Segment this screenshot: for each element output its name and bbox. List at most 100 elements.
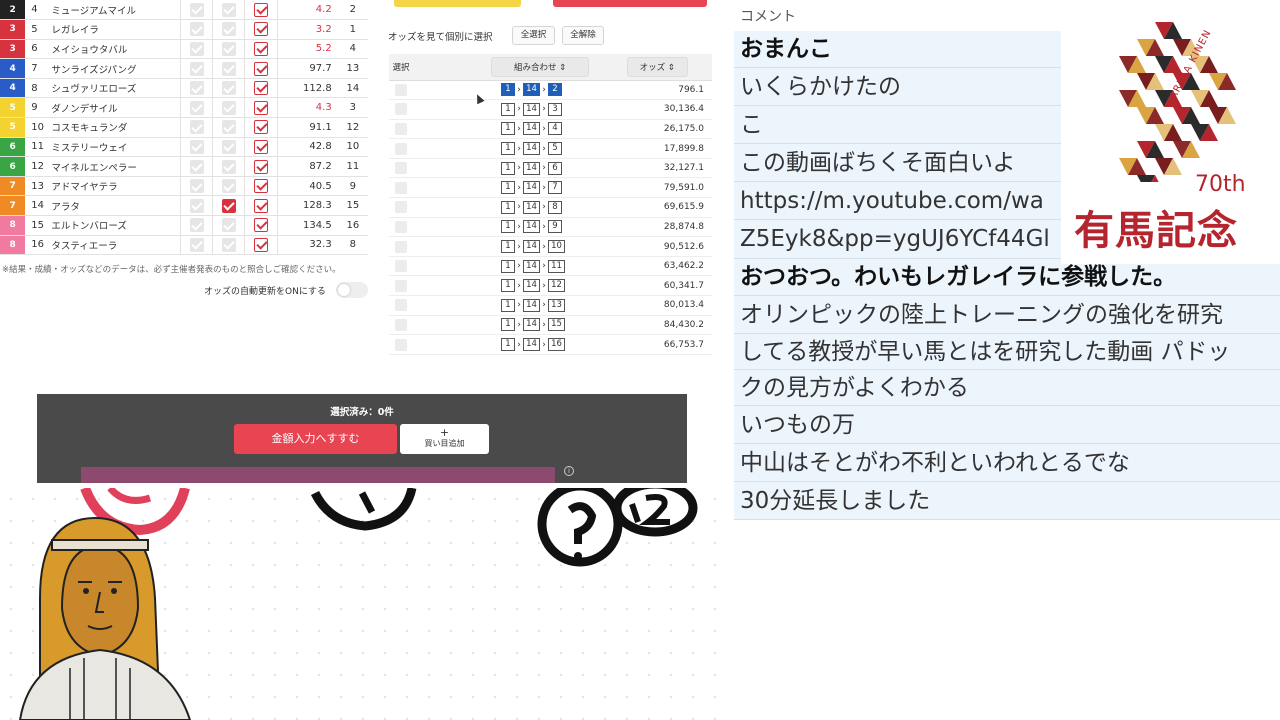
third-place-checkbox[interactable] <box>254 2 269 17</box>
frame-number: 6 <box>0 156 26 177</box>
first-place-checkbox[interactable] <box>189 218 204 233</box>
arrow-right-icon: › <box>517 339 521 350</box>
horse-name: ミュージアムマイル <box>45 0 181 21</box>
combination-checkbox[interactable] <box>395 318 407 331</box>
horse-row: 3 5 レガレイラ 3.2 1 <box>0 19 368 40</box>
horse-number: 8 <box>25 78 46 99</box>
combination-checkbox[interactable] <box>395 240 407 253</box>
combination-odds: 66,753.7 <box>618 334 712 355</box>
proceed-to-amount-button[interactable]: 金額入力へすすむ <box>234 424 397 454</box>
third-place-checkbox[interactable] <box>254 81 269 96</box>
third-place-checkbox[interactable] <box>254 198 269 213</box>
combination-checkbox[interactable] <box>395 260 407 273</box>
combination-row: 1 › 14 › 6 32,127.1 <box>389 158 712 179</box>
third-place-checkbox[interactable] <box>254 237 269 252</box>
combination-row: 1 › 14 › 13 80,013.4 <box>389 295 712 316</box>
first-horse-number: 1 <box>501 338 515 352</box>
second-place-checkbox[interactable] <box>221 159 236 174</box>
combination-checkbox[interactable] <box>395 181 407 194</box>
second-place-checkbox[interactable] <box>221 218 236 233</box>
third-place-checkbox[interactable] <box>254 22 269 37</box>
third-place-checkbox[interactable] <box>254 120 269 135</box>
second-place-checkbox[interactable] <box>221 198 236 213</box>
horse-row: 7 14 アラタ 128.3 15 <box>0 195 368 217</box>
horse-odds: 4.2 <box>277 0 338 21</box>
third-horse-number: 2 <box>548 83 562 97</box>
third-place-checkbox[interactable] <box>254 159 269 174</box>
first-place-checkbox[interactable] <box>189 100 204 115</box>
top-red-button[interactable] <box>553 0 707 7</box>
combination-odds: 63,462.2 <box>618 256 712 277</box>
first-place-checkbox[interactable] <box>189 61 204 76</box>
horse-odds: 3.2 <box>277 19 338 40</box>
frame-number: 5 <box>0 117 26 138</box>
second-place-checkbox[interactable] <box>221 120 236 135</box>
data-disclaimer: ※結果・成績・オッズなどのデータは、必ず主催者発表のものと照合しご確認ください。 <box>2 265 341 275</box>
horse-number: 6 <box>25 39 46 60</box>
sort-icon: ⇕ <box>559 62 567 73</box>
combination-checkbox[interactable] <box>395 103 407 116</box>
col-combo-label: 組み合わせ <box>514 62 557 73</box>
ad-banner[interactable] <box>81 467 555 483</box>
combination-checkbox[interactable] <box>395 83 407 96</box>
combination-odds: 796.1 <box>618 80 712 101</box>
first-place-checkbox[interactable] <box>189 159 204 174</box>
auto-update-toggle[interactable] <box>336 282 368 298</box>
arrow-right-icon: › <box>517 143 521 154</box>
arrow-right-icon: › <box>517 319 521 330</box>
second-place-checkbox[interactable] <box>221 100 236 115</box>
first-place-checkbox[interactable] <box>189 198 204 213</box>
popularity-rank: 4 <box>337 39 368 60</box>
first-place-checkbox[interactable] <box>189 237 204 252</box>
second-place-checkbox[interactable] <box>221 81 236 96</box>
arrow-right-icon: › <box>517 280 521 291</box>
arrow-right-icon: › <box>542 241 546 252</box>
second-place-checkbox[interactable] <box>221 179 236 194</box>
top-yellow-button[interactable] <box>394 0 521 7</box>
third-place-checkbox[interactable] <box>254 41 269 56</box>
combination-checkbox[interactable] <box>395 122 407 135</box>
first-place-checkbox[interactable] <box>189 179 204 194</box>
second-place-checkbox[interactable] <box>221 41 236 56</box>
select-by-odds-title: オッズを見て個別に選択 <box>388 32 493 43</box>
third-place-checkbox[interactable] <box>254 218 269 233</box>
combination-checkbox[interactable] <box>395 142 407 155</box>
third-horse-number: 3 <box>548 102 562 116</box>
sort-odds-button[interactable]: オッズ ⇕ <box>626 56 688 77</box>
second-place-checkbox[interactable] <box>221 2 236 17</box>
third-place-checkbox[interactable] <box>254 100 269 115</box>
first-place-checkbox[interactable] <box>189 2 204 17</box>
red-number-mark-inner <box>107 488 152 504</box>
first-place-checkbox[interactable] <box>189 22 204 37</box>
horse-name: サンライズジパング <box>45 58 181 79</box>
add-bet-button[interactable]: + 買い目追加 <box>400 424 489 454</box>
combination-checkbox[interactable] <box>395 279 407 292</box>
combination-checkbox[interactable] <box>395 201 407 214</box>
second-place-checkbox[interactable] <box>221 61 236 76</box>
horse-row: 2 4 ミュージアムマイル 4.2 2 <box>0 0 368 21</box>
second-place-checkbox[interactable] <box>221 139 236 154</box>
first-place-checkbox[interactable] <box>189 41 204 56</box>
clear-all-button[interactable]: 全解除 <box>562 26 604 45</box>
third-place-checkbox[interactable] <box>254 179 269 194</box>
combination-checkbox[interactable] <box>395 220 407 233</box>
first-place-checkbox[interactable] <box>189 139 204 154</box>
combination-checkbox[interactable] <box>395 162 407 175</box>
third-place-checkbox[interactable] <box>254 139 269 154</box>
combination-checkbox[interactable] <box>395 338 407 351</box>
select-all-button[interactable]: 全選択 <box>512 26 555 45</box>
third-place-checkbox[interactable] <box>254 61 269 76</box>
first-place-checkbox[interactable] <box>189 81 204 96</box>
sort-combination-button[interactable]: 組み合わせ ⇕ <box>491 56 590 77</box>
arrow-right-icon: › <box>517 104 521 115</box>
frame-number: 4 <box>0 58 26 79</box>
third-horse-number: 12 <box>548 279 565 293</box>
add-bet-label: 買い目追加 <box>424 439 465 448</box>
combination-row: 1 › 14 › 3 30,136.4 <box>389 99 712 120</box>
first-place-checkbox[interactable] <box>189 120 204 135</box>
info-icon[interactable]: i <box>564 466 574 476</box>
arrow-right-icon: › <box>542 339 546 350</box>
second-place-checkbox[interactable] <box>221 237 236 252</box>
combination-checkbox[interactable] <box>395 299 407 312</box>
second-place-checkbox[interactable] <box>221 22 236 37</box>
